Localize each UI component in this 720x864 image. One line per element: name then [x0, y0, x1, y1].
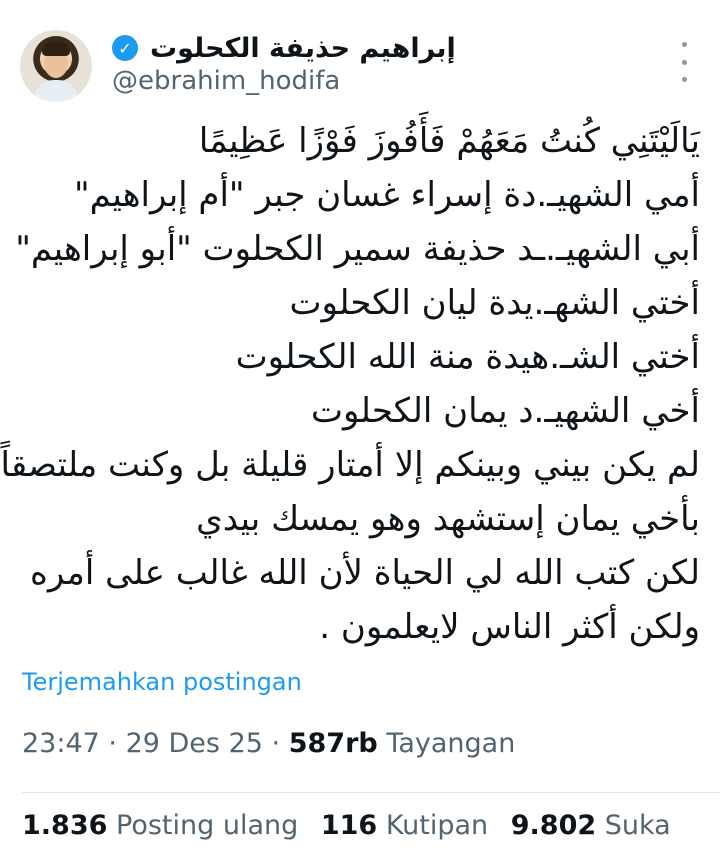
more-dot: [681, 59, 687, 65]
post-time[interactable]: 23:47: [22, 728, 100, 759]
tweet-line: أمي الشهيـ.دة إسراء غسان جبر "أم إبراهيم…: [74, 175, 700, 215]
likes-count: 9.802: [510, 810, 597, 841]
meta-separator: ·: [108, 728, 126, 759]
reposts-label: Posting ulang: [116, 810, 299, 841]
more-dot: [681, 77, 687, 82]
post-date[interactable]: 29 Des 25: [126, 728, 263, 759]
engagement-stats: 1.836 Posting ulang 116 Kutipan 9.802 Su…: [22, 810, 685, 841]
tweet-line: يَالَيْتَنِي كُنتُ مَعَهُمْ فَأَفُوزَ فَ…: [198, 121, 700, 161]
views-count: 587rb: [288, 728, 378, 759]
translate-post-link[interactable]: Terjemahkan postingan: [22, 668, 302, 696]
tweet-line: ولكن أكثر الناس لايعلمون .: [319, 607, 700, 647]
tweet-line: أخي الشهيـ.د يمان الكحلوت: [310, 391, 700, 431]
tweet-line: أختي الشهـ.يدة ليان الكحلوت: [289, 283, 701, 323]
author-handle[interactable]: @ebrahim_hodifa: [112, 66, 340, 96]
tweet-line: أختي الشـ.هيدة منة الله الكحلوت: [235, 337, 700, 377]
tweet-line: لكن كتب الله لي الحياة لأن الله غالب على…: [30, 553, 700, 593]
avatar-hair: [42, 42, 70, 56]
avatar[interactable]: [20, 30, 92, 102]
more-dot: [681, 42, 687, 47]
likes-stat[interactable]: 9.802 Suka: [511, 810, 671, 841]
divider: [22, 792, 720, 793]
avatar-shirt: [34, 80, 78, 102]
tweet-meta: 23:47 · 29 Des 25 · 587rb Tayangan: [22, 728, 515, 759]
reposts-count: 1.836: [22, 810, 108, 841]
quotes-stat[interactable]: 116 Kutipan: [321, 810, 497, 841]
quotes-count: 116: [320, 810, 378, 841]
tweet-line: لم يكن بيني وبينكم إلا أمتار قليلة بل وك…: [0, 445, 700, 485]
author-display-name[interactable]: إبراهيم حذيفة الكحلوت: [150, 33, 456, 64]
tweet-line: أبي الشهيـ.ـد حذيفة سمير الكحلوت "أبو إب…: [15, 229, 700, 269]
tweet-line: بأخي يمان إستشهد وهو يمسك بيدي: [196, 499, 700, 539]
tweet-header: ✓ إبراهيم حذيفة الكحلوت @ebrahim_hodifa: [0, 0, 720, 110]
author-name-row[interactable]: ✓ إبراهيم حذيفة الكحلوت: [112, 28, 456, 68]
verified-badge-icon: ✓: [112, 35, 138, 61]
tweet-text: يَالَيْتَنِي كُنتُ مَعَهُمْ فَأَفُوزَ فَ…: [0, 114, 701, 654]
quotes-label: Kutipan: [385, 810, 489, 841]
more-options-icon[interactable]: [674, 42, 694, 82]
meta-separator: ·: [271, 728, 289, 759]
reposts-stat[interactable]: 1.836 Posting ulang: [22, 810, 307, 841]
likes-label: Suka: [604, 810, 671, 841]
views-label: Tayangan: [386, 728, 516, 759]
